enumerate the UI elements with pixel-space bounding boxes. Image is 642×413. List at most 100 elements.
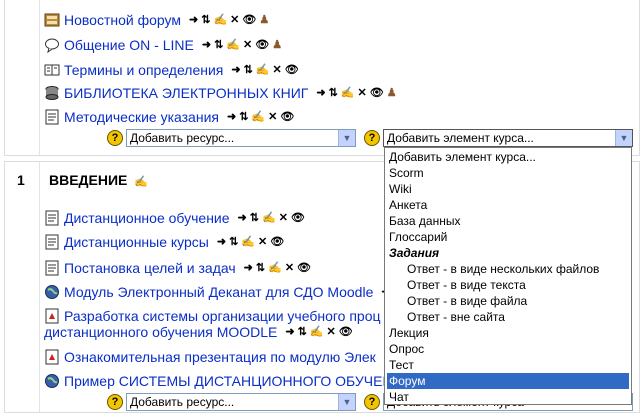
group-person-icon[interactable]: ♟: [272, 39, 282, 51]
eye-icon[interactable]: 👁: [280, 111, 294, 123]
move-updown-icon[interactable]: ⇅: [229, 236, 238, 248]
glossary-icon[interactable]: [44, 62, 60, 78]
move-right-icon[interactable]: ➜: [217, 236, 226, 248]
dropdown-option[interactable]: Тест: [387, 357, 629, 373]
activity-link[interactable]: Пример СИСТЕМЫ ДИСТАНЦИОННОГО ОБУЧЕН: [64, 373, 393, 389]
move-updown-icon[interactable]: ⇅: [214, 39, 223, 51]
move-right-icon[interactable]: ➜: [285, 326, 294, 338]
move-updown-icon[interactable]: ⇅: [201, 14, 210, 26]
chevron-down-icon[interactable]: ▼: [338, 130, 355, 146]
add-resource-select-2[interactable]: Добавить ресурс... ▼: [126, 393, 356, 411]
edit-pencil-icon[interactable]: ✍: [268, 262, 282, 274]
dropdown-option[interactable]: Глоссарий: [387, 229, 629, 245]
dropdown-option[interactable]: Опрос: [387, 341, 629, 357]
delete-icon[interactable]: ✕: [285, 262, 294, 274]
eye-icon[interactable]: 👁: [291, 212, 305, 224]
dropdown-option[interactable]: Добавить элемент курса...: [387, 149, 629, 165]
page-icon[interactable]: [44, 210, 60, 226]
chevron-down-icon[interactable]: ▼: [338, 394, 355, 410]
delete-icon[interactable]: ✕: [273, 64, 282, 76]
edit-pencil-icon[interactable]: ✍: [213, 14, 227, 26]
page-icon[interactable]: [44, 234, 60, 250]
delete-icon[interactable]: ✕: [258, 236, 267, 248]
dropdown-option[interactable]: Лекция: [387, 325, 629, 341]
dropdown-option[interactable]: Wiki: [387, 181, 629, 197]
eye-icon[interactable]: 👁: [242, 14, 256, 26]
dropdown-option[interactable]: Ответ - в виде текста: [387, 277, 629, 293]
edit-pencil-icon[interactable]: ✍: [256, 64, 270, 76]
chat-icon[interactable]: [44, 37, 60, 53]
activity-link-continued[interactable]: дистанционного обучения MOODLE: [44, 324, 277, 340]
eye-icon[interactable]: 👁: [339, 326, 353, 338]
help-icon-activity[interactable]: ?: [364, 130, 380, 146]
activity-link[interactable]: Ознакомительная презентация по модулю Эл…: [64, 349, 376, 365]
help-icon-activity-2[interactable]: ?: [364, 394, 380, 410]
activity-link[interactable]: Новостной форум: [64, 12, 181, 28]
activity-link[interactable]: Модуль Электронный Деканат для СДО Moodl…: [64, 284, 373, 300]
edit-summary-icon[interactable]: ✍: [134, 176, 148, 188]
activity-link[interactable]: Общение ON - LINE: [64, 37, 194, 53]
activity-link[interactable]: Термины и определения: [64, 62, 223, 78]
eye-icon[interactable]: 👁: [255, 39, 269, 51]
move-right-icon[interactable]: ➜: [202, 39, 211, 51]
move-updown-icon[interactable]: ⇅: [244, 64, 253, 76]
dropdown-option[interactable]: Ответ - в виде нескольких файлов: [387, 261, 629, 277]
edit-pencil-icon[interactable]: ✍: [241, 236, 255, 248]
move-right-icon[interactable]: ➜: [316, 87, 325, 99]
forum-icon[interactable]: [44, 12, 60, 28]
dropdown-option[interactable]: Ответ - в виде файла: [387, 293, 629, 309]
globe-icon[interactable]: [44, 373, 60, 389]
delete-icon[interactable]: ✕: [358, 87, 367, 99]
edit-pencil-icon[interactable]: ✍: [262, 212, 276, 224]
eye-icon[interactable]: 👁: [270, 236, 284, 248]
move-updown-icon[interactable]: ⇅: [298, 326, 307, 338]
pdf-icon[interactable]: [44, 308, 60, 324]
eye-icon[interactable]: 👁: [297, 262, 311, 274]
pdf-icon[interactable]: [44, 349, 60, 365]
dropdown-option[interactable]: Ответ - вне сайта: [387, 309, 629, 325]
move-right-icon[interactable]: ➜: [227, 111, 236, 123]
group-person-icon[interactable]: ♟: [259, 14, 269, 26]
move-right-icon[interactable]: ➜: [238, 212, 247, 224]
dropdown-option[interactable]: Форум: [387, 373, 629, 389]
delete-icon[interactable]: ✕: [279, 212, 288, 224]
move-right-icon[interactable]: ➜: [231, 64, 240, 76]
group-person-icon[interactable]: ♟: [387, 87, 397, 99]
delete-icon[interactable]: ✕: [230, 14, 239, 26]
help-icon-resource-2[interactable]: ?: [107, 394, 123, 410]
delete-icon[interactable]: ✕: [243, 39, 252, 51]
activity-link[interactable]: Постановка целей и задач: [64, 260, 236, 276]
activity-link[interactable]: Методические указания: [64, 109, 219, 125]
page-icon[interactable]: [44, 109, 60, 125]
move-updown-icon[interactable]: ⇅: [239, 111, 248, 123]
eye-icon[interactable]: 👁: [370, 87, 384, 99]
activity-link[interactable]: БИБЛИОТЕКА ЭЛЕКТРОННЫХ КНИГ: [64, 85, 308, 101]
move-updown-icon[interactable]: ⇅: [329, 87, 338, 99]
move-updown-icon[interactable]: ⇅: [256, 262, 265, 274]
dropdown-option[interactable]: Чат: [387, 389, 629, 405]
globe-icon[interactable]: [44, 284, 60, 300]
eye-icon[interactable]: 👁: [285, 64, 299, 76]
add-resource-select[interactable]: Добавить ресурс... ▼: [126, 129, 356, 147]
edit-pencil-icon[interactable]: ✍: [310, 326, 324, 338]
move-right-icon[interactable]: ➜: [189, 14, 198, 26]
add-activity-select[interactable]: Добавить элемент курса... ▼: [383, 129, 633, 147]
activity-link[interactable]: Дистанционное обучение: [64, 210, 230, 226]
activity-link[interactable]: Дистанционные курсы: [64, 234, 209, 250]
dropdown-option[interactable]: База данных: [387, 213, 629, 229]
chevron-down-icon[interactable]: ▼: [615, 130, 632, 146]
move-updown-icon[interactable]: ⇅: [250, 212, 259, 224]
edit-pencil-icon[interactable]: ✍: [226, 39, 240, 51]
edit-pencil-icon[interactable]: ✍: [341, 87, 355, 99]
dropdown-option[interactable]: Scorm: [387, 165, 629, 181]
move-right-icon[interactable]: ➜: [244, 262, 253, 274]
dropdown-option[interactable]: Анкета: [387, 197, 629, 213]
database-icon[interactable]: [44, 85, 60, 101]
page-icon[interactable]: [44, 260, 60, 276]
delete-icon[interactable]: ✕: [327, 326, 336, 338]
activity-link[interactable]: Разработка системы организации учебного …: [64, 308, 381, 324]
help-icon-resource[interactable]: ?: [107, 130, 123, 146]
delete-icon[interactable]: ✕: [268, 111, 277, 123]
activity-dropdown-list[interactable]: Добавить элемент курса... Scorm Wiki Анкета…: [384, 147, 632, 405]
edit-pencil-icon[interactable]: ✍: [251, 111, 265, 123]
